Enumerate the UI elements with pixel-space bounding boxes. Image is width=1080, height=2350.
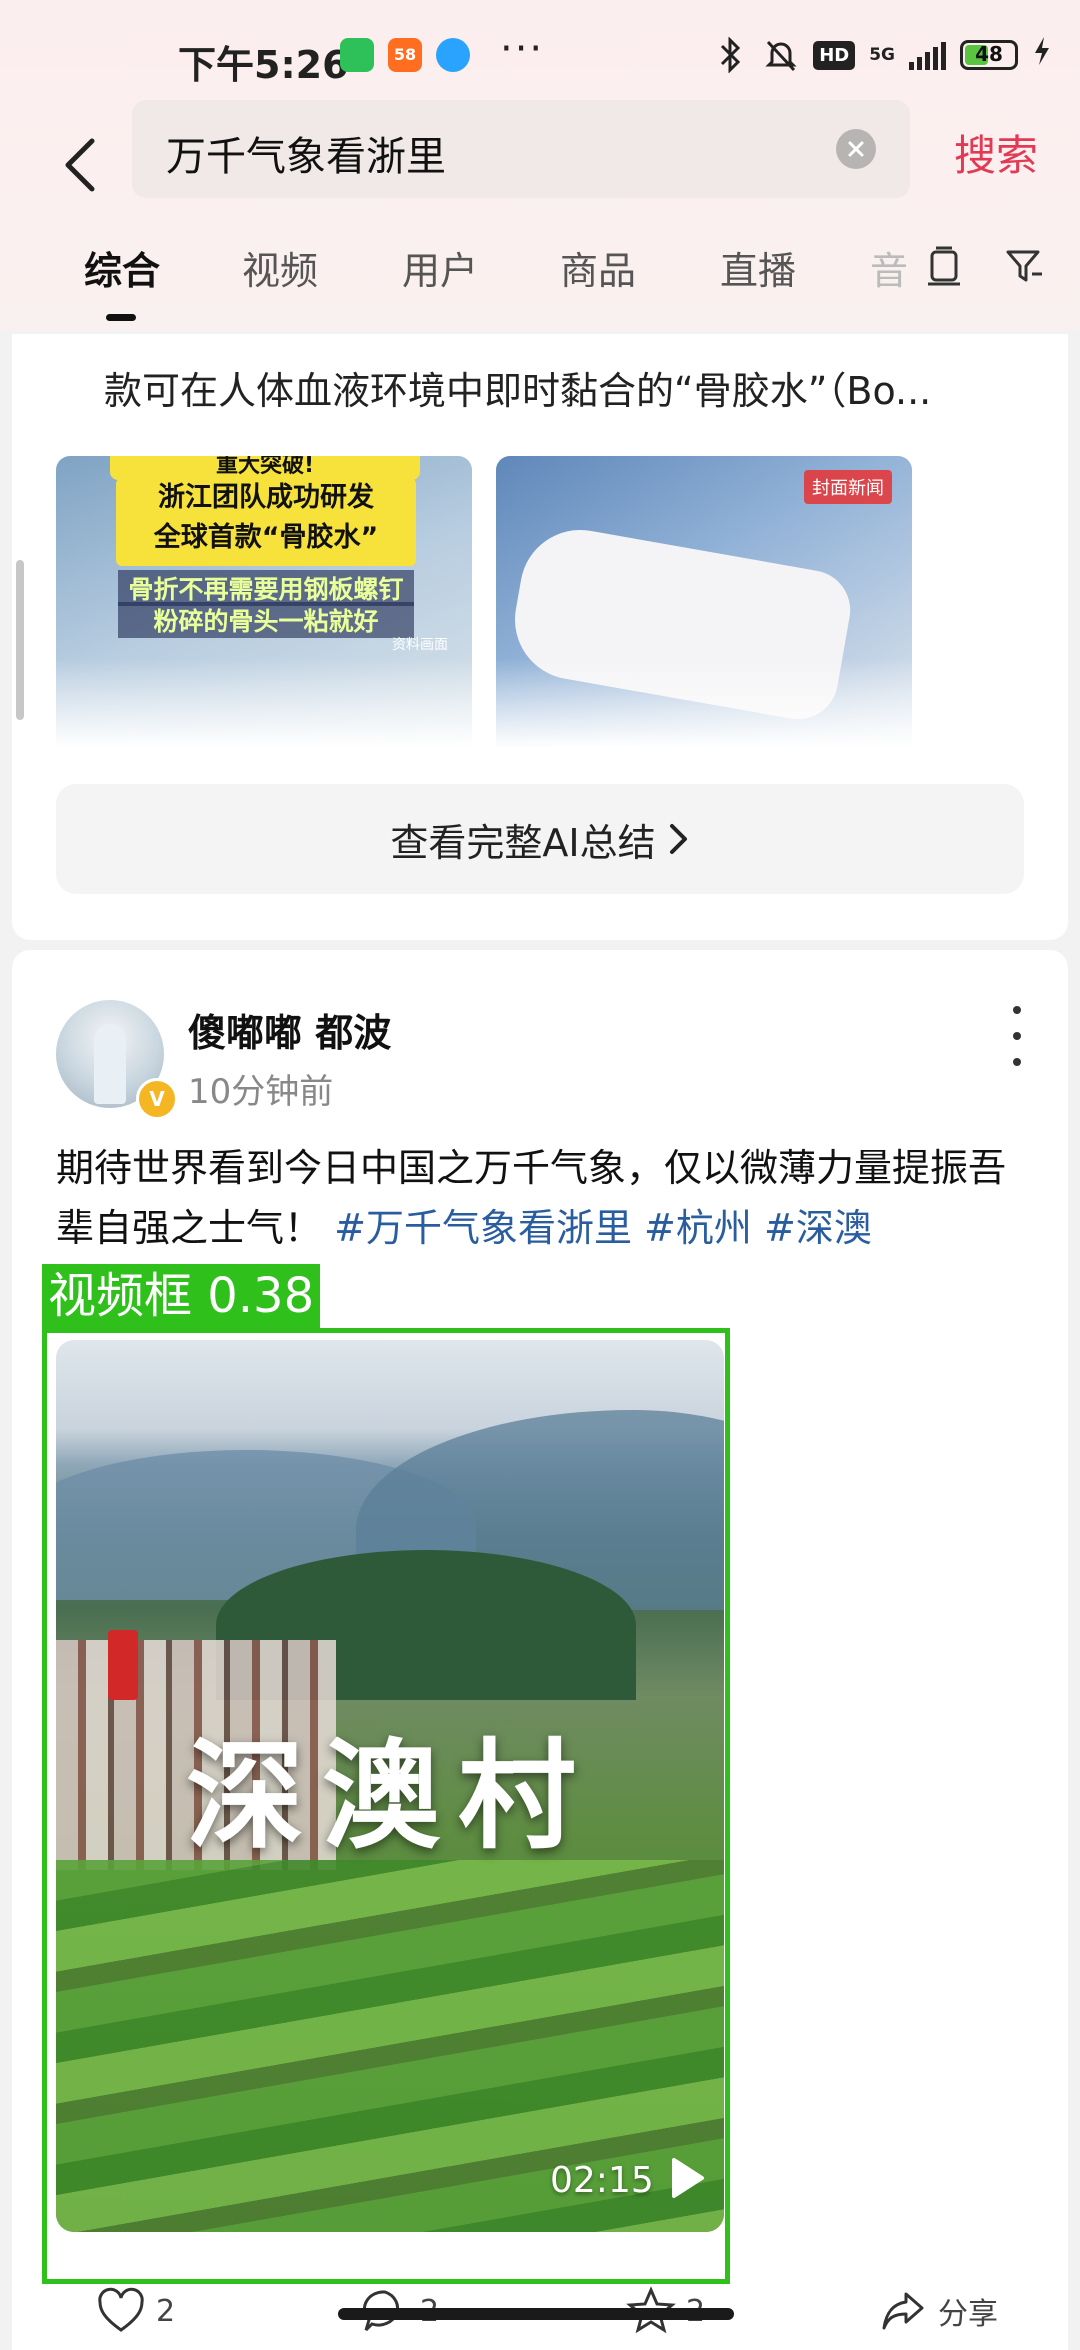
heart-icon [98, 2287, 144, 2332]
tab-live[interactable]: 直播 [720, 240, 796, 295]
thumb-subline-2: 粉碎的骨头一粘就好 [118, 602, 414, 638]
hashtag-2[interactable]: #杭州 [644, 1206, 752, 1250]
tab-users[interactable]: 用户 [402, 240, 478, 295]
clear-search-button[interactable] [836, 129, 876, 169]
tab-partial[interactable]: 音 [870, 240, 930, 295]
app-58-notification-icon: 58 [388, 38, 422, 72]
search-header: 万千气象看浙里 搜索 综合 视频 用户 商品 直播 音 [0, 90, 1080, 330]
detection-label: 视频框 0.38 [42, 1264, 321, 1328]
wechat-notification-icon [340, 38, 374, 72]
active-tab-indicator [106, 314, 136, 321]
ai-summary-text: 款可在人体血液环境中即时黏合的“骨胶水”（Bo... [104, 369, 932, 413]
hashtag-1[interactable]: #万千气象看浙里 [334, 1206, 632, 1250]
thumb-fade [56, 658, 472, 748]
app-notification-icon [436, 38, 470, 72]
hashtag-3[interactable]: #深澳 [764, 1206, 872, 1250]
status-right: HD 5G 48 [713, 30, 1052, 80]
view-full-ai-summary-label: 查看完整AI总结 [390, 820, 656, 865]
tab-products[interactable]: 商品 [560, 240, 636, 295]
battery-level: 48 [975, 42, 1003, 66]
hd-badge: HD [813, 40, 856, 70]
ai-summary-card: 款可在人体血液环境中即时黏合的“骨胶水”（Bo... 重大突破! 浙江团队成功研… [12, 334, 1068, 940]
tab-comprehensive[interactable]: 综合 [84, 240, 160, 295]
search-query[interactable]: 万千气象看浙里 [166, 124, 446, 182]
search-tabs: 综合 视频 用户 商品 直播 音 [0, 240, 1080, 330]
close-icon [848, 141, 864, 157]
thumb-subline-1: 骨折不再需要用钢板螺钉 [118, 570, 414, 606]
share-label: 分享 [938, 2297, 998, 2332]
summary-image-2[interactable]: 封面新闻 [496, 456, 912, 748]
like-button[interactable]: 2 [96, 2286, 175, 2336]
network-label: 5G [869, 45, 895, 65]
back-button[interactable] [50, 120, 110, 210]
mute-bell-icon [763, 37, 799, 73]
news-brand-tag: 封面新闻 [804, 470, 892, 504]
search-button[interactable]: 搜索 [954, 122, 1038, 183]
scroll-indicator[interactable] [16, 560, 24, 720]
thumb-fade [496, 658, 912, 748]
charging-icon [1032, 35, 1052, 75]
more-notifications-icon: ··· [500, 26, 545, 72]
thumb-caption-top: 重大突破! [110, 456, 420, 480]
home-indicator[interactable] [338, 2308, 734, 2320]
thumb-headline: 浙江团队成功研发 全球首款“骨胶水” [116, 478, 416, 566]
chevron-right-icon [669, 824, 687, 854]
tab-video[interactable]: 视频 [242, 240, 318, 295]
thumb-source-note: 资料画面 [392, 637, 448, 653]
detection-box [42, 1328, 730, 2284]
search-input[interactable]: 万千气象看浙里 [132, 100, 910, 198]
network-type: 5G [869, 46, 895, 64]
view-full-ai-summary-button[interactable]: 查看完整AI总结 [56, 784, 1024, 894]
share-icon [882, 2292, 924, 2330]
post-time: 10分钟前 [188, 1072, 334, 1112]
thumb-caption-top-text: 重大突破! [215, 456, 315, 478]
layout-toggle-icon[interactable] [922, 244, 966, 288]
status-time: 下午5:26 [178, 43, 349, 87]
signal-icon [909, 40, 946, 70]
post-text: 期待世界看到今日中国之万千气象，仅以微薄力量提振吾辈自强之士气！ #万千气象看浙… [56, 1138, 1036, 1258]
avatar-figure [94, 1024, 126, 1104]
share-button[interactable]: 分享 [878, 2286, 998, 2336]
thumb-headline-line1: 浙江团队成功研发 [158, 482, 374, 513]
verified-badge-icon: V [136, 1078, 178, 1120]
back-arrow-icon [65, 138, 95, 192]
battery-icon: 48 [960, 40, 1018, 70]
bluetooth-icon [713, 37, 749, 73]
like-count: 2 [156, 2293, 176, 2329]
thumb-headline-line2: 全球首款“骨胶水” [153, 522, 379, 553]
summary-image-1[interactable]: 重大突破! 浙江团队成功研发 全球首款“骨胶水” 骨折不再需要用钢板螺钉 粉碎的… [56, 456, 472, 748]
more-options-icon[interactable] [1002, 1006, 1032, 1066]
filter-icon[interactable] [1002, 244, 1046, 288]
author-name[interactable]: 傻嘟嘟 都波 [188, 1002, 391, 1057]
